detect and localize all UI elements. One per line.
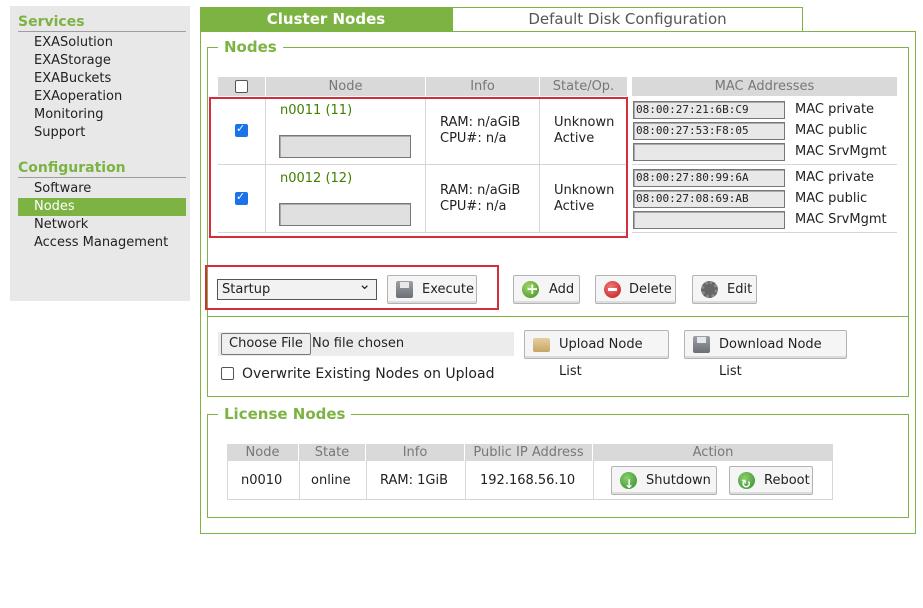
license-header-action: Action (593, 444, 833, 461)
header-select-all (218, 77, 265, 96)
folder-icon (533, 338, 550, 352)
services-heading: Services (18, 14, 186, 32)
license-node-info: RAM: 1GiB (380, 473, 449, 488)
execute-button[interactable]: Execute (387, 275, 477, 304)
sidebar-item-software[interactable]: Software (10, 180, 190, 198)
mac-public-label: MAC public (795, 123, 868, 138)
header-state: State/Op. (540, 77, 627, 96)
reload-icon (738, 471, 755, 498)
gear-icon (701, 281, 718, 298)
mac-private-field[interactable]: 08:00:27:80:99:6A (633, 169, 785, 187)
highlight-node-rows (209, 97, 628, 238)
sidebar-item-access-management[interactable]: Access Management (10, 234, 190, 252)
overwrite-label: Overwrite Existing Nodes on Upload (242, 366, 495, 382)
select-all-checkbox[interactable] (235, 80, 248, 93)
header-info: Info (426, 77, 539, 96)
mac-public-label: MAC public (795, 191, 868, 206)
action-select[interactable]: Startup (217, 275, 377, 300)
mac-private-field[interactable]: 08:00:27:21:6B:C9 (633, 101, 785, 119)
license-header-info: Info (366, 444, 464, 461)
mac-private-label: MAC private (795, 170, 875, 185)
mac-srvmgmt-field[interactable] (633, 211, 785, 229)
sidebar-item-exaoperation[interactable]: EXAoperation (10, 88, 190, 106)
mac-srvmgmt-field[interactable] (633, 143, 785, 161)
overwrite-checkbox[interactable] (221, 367, 234, 380)
minus-icon (604, 281, 621, 298)
sidebar-item-exasolution[interactable]: EXASolution (10, 34, 190, 52)
power-down-icon (620, 471, 637, 498)
tab-cluster-nodes[interactable]: Cluster Nodes (200, 7, 452, 32)
edit-button[interactable]: Edit (692, 275, 757, 304)
sidebar-item-nodes[interactable]: Nodes (18, 198, 186, 216)
license-header-ip: Public IP Address (465, 444, 592, 461)
sidebar-item-support[interactable]: Support (10, 124, 190, 142)
nodes-legend: Nodes (218, 38, 283, 56)
mac-public-field[interactable]: 08:00:27:08:69:AB (633, 190, 785, 208)
disk-icon (396, 281, 413, 298)
sidebar: Services EXASolution EXAStorage EXABucke… (10, 6, 190, 301)
license-node-state: online (311, 473, 351, 488)
license-header-node: Node (227, 444, 298, 461)
license-header-state: State (299, 444, 365, 461)
sidebar-item-monitoring[interactable]: Monitoring (10, 106, 190, 124)
configuration-heading: Configuration (18, 160, 186, 178)
disk-icon (693, 336, 710, 353)
mac-private-label: MAC private (795, 102, 875, 117)
upload-node-list-button[interactable]: Upload Node List (524, 330, 669, 379)
divider (207, 316, 909, 317)
license-nodes-legend: License Nodes (218, 405, 352, 423)
sidebar-item-exastorage[interactable]: EXAStorage (10, 52, 190, 70)
choose-file-button[interactable]: Choose File (221, 333, 311, 355)
mac-srvmgmt-label: MAC SrvMgmt (795, 212, 887, 227)
mac-public-field[interactable]: 08:00:27:53:F8:05 (633, 122, 785, 140)
download-node-list-button[interactable]: Download Node List (684, 330, 847, 379)
shutdown-button[interactable]: Shutdown (611, 466, 717, 498)
header-node: Node (266, 77, 425, 96)
sidebar-item-exabuckets[interactable]: EXABuckets (10, 70, 190, 88)
file-status: No file chosen (312, 336, 405, 351)
tab-default-disk-configuration[interactable]: Default Disk Configuration (452, 7, 803, 32)
mac-srvmgmt-label: MAC SrvMgmt (795, 144, 887, 159)
delete-button[interactable]: Delete (595, 275, 676, 304)
license-node-name: n0010 (241, 473, 283, 488)
license-node-ip: 192.168.56.10 (480, 473, 576, 488)
reboot-button[interactable]: Reboot (729, 466, 813, 498)
header-mac: MAC Addresses (632, 77, 897, 96)
add-button[interactable]: Add (513, 275, 580, 304)
sidebar-item-network[interactable]: Network (10, 216, 190, 234)
plus-icon (522, 276, 539, 303)
